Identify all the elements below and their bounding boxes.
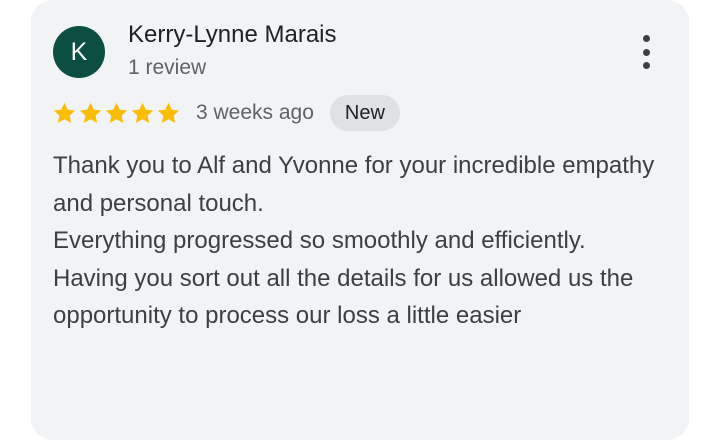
review-paragraph: Thank you to Alf and Yvonne for your inc… — [53, 152, 655, 217]
review-meta: 3 weeks ago New — [52, 95, 400, 131]
more-vert-icon-dot — [642, 62, 650, 69]
review-text: Thank you to Alf and Yvonne for your inc… — [53, 147, 663, 335]
review-time: 3 weeks ago — [196, 101, 314, 124]
new-badge: New — [329, 95, 400, 131]
review-card: K Kerry-Lynne Marais 1 review 3 weeks ag… — [31, 0, 689, 440]
star-icon — [156, 101, 181, 126]
star-icon — [78, 101, 103, 126]
more-vert-icon-dot — [642, 48, 650, 56]
review-paragraph: Having you sort out all the details for … — [53, 264, 634, 330]
review-count: 1 review — [128, 56, 207, 79]
review-paragraph: Everything progressed so smoothly and ef… — [53, 227, 586, 254]
star-icon — [130, 101, 155, 126]
star-rating — [52, 101, 181, 126]
more-vert-icon — [642, 35, 650, 42]
avatar[interactable]: K — [53, 26, 105, 78]
star-icon — [104, 101, 129, 126]
reviewer-name[interactable]: Kerry-Lynne Marais — [128, 21, 337, 49]
star-icon — [52, 101, 77, 126]
more-options-button[interactable] — [631, 32, 661, 72]
